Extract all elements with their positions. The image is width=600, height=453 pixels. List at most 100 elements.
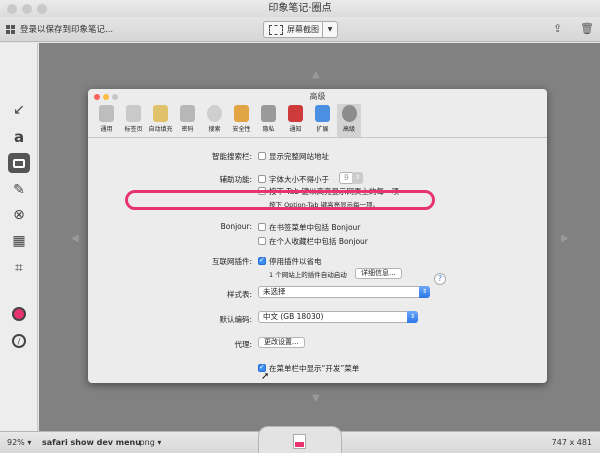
min-font-option: 字体大小不得小于 (269, 175, 329, 184)
stylesheet-label: 样式表: (226, 290, 252, 299)
image-dimensions: 747 x 481 (551, 438, 592, 447)
trash-icon[interactable]: 🗑 (580, 22, 594, 35)
bonjour-label: Bonjour: (220, 222, 252, 231)
min-font-checkbox (258, 175, 266, 183)
tab-passwords: 密码 (175, 104, 200, 137)
pixelate-tool-icon[interactable]: ▦ (8, 231, 30, 251)
gear-icon (341, 105, 357, 122)
bonjour-bookmarks-checkbox (258, 223, 266, 231)
hand-icon (261, 105, 276, 122)
tab-extensions: 扩展 (310, 104, 335, 137)
tab-search: 搜索 (202, 104, 227, 137)
help-button: ? (434, 273, 446, 285)
minimize-window-button[interactable] (22, 4, 32, 14)
plugins-label: 互联网插件: (211, 257, 252, 266)
toolbar: 登录以保存到印象笔记... 屏幕截图 ▼ ⇪ 🗑 (0, 17, 600, 42)
screen-capture-icon (269, 24, 283, 35)
capture-label: 屏幕截图 (287, 25, 319, 34)
pen-tool-icon[interactable]: ✎ (8, 180, 30, 200)
encoding-select: 中文 (GB 18030) ⇕ (258, 311, 418, 323)
tab-label: 安全性 (232, 126, 251, 133)
tab-security: 安全性 (229, 104, 254, 137)
tab-autofill: 自动填充 (148, 104, 173, 137)
tab-general: 通用 (94, 104, 119, 137)
accessibility-label: 辅助功能: (219, 175, 252, 184)
search-icon (207, 105, 222, 122)
stylesheet-value: 未选择 (263, 287, 286, 296)
stylesheet-highlight-annotation[interactable] (125, 190, 435, 210)
encoding-label: 默认编码: (219, 315, 252, 324)
tab-label: 自动填充 (148, 126, 173, 133)
tab-label: 隐私 (262, 126, 275, 133)
chevron-down-icon[interactable]: ▼ (312, 393, 320, 404)
tab-advanced: 高级 (337, 104, 361, 137)
extension-value: .png (137, 438, 155, 447)
arrow-tool-icon[interactable]: ↙ (8, 100, 30, 120)
prefs-zoom-icon (112, 94, 118, 100)
bonjour-bookmarks-option: 在书签菜单中包括 Bonjour (269, 223, 361, 232)
bonjour-favorites-checkbox (258, 237, 266, 245)
tab-label: 扩展 (316, 126, 329, 133)
chevron-down-icon[interactable]: ▼ (323, 26, 337, 33)
zoom-value: 92% (7, 438, 25, 447)
autofill-icon (153, 105, 168, 122)
prefs-title: 高级 (309, 92, 326, 101)
mouse-cursor-icon: ➚ (261, 371, 270, 382)
bonjour-favorites-option: 在个人收藏栏中包括 Bonjour (269, 237, 368, 246)
chevron-right-icon[interactable]: ▶ (561, 233, 569, 244)
tab-label: 搜索 (208, 126, 221, 133)
chevron-up-icon[interactable]: ▲ (312, 69, 320, 80)
plugins-note: 1 个网站上的插件自动启动 (269, 271, 347, 279)
dev-menu-option: 在菜单栏中显示“开发”菜单 (269, 364, 360, 373)
share-icon[interactable]: ⇪ (553, 22, 562, 35)
plugins-power-option: 停用插件以省电 (269, 257, 322, 266)
lock-icon (234, 105, 249, 122)
crop-tool-icon[interactable]: ⌗ (8, 258, 30, 278)
stylesheet-select: 未选择 ⇕ (258, 286, 430, 298)
puzzle-icon (315, 105, 330, 122)
prefs-title-bar: 高级 (88, 89, 547, 104)
close-window-button[interactable] (7, 4, 17, 14)
proxy-label: 代理: (234, 340, 252, 349)
file-extension[interactable]: .png ▾ (137, 438, 161, 447)
prefs-body: 智能搜索栏: 显示完整网站地址 辅助功能: 字体大小不得小于 9 ⇕ 按下 Tab… (88, 138, 547, 383)
smart-search-option: 显示完整网站地址 (269, 152, 329, 161)
color-picker-icon[interactable] (8, 304, 30, 324)
zoom-window-button[interactable] (37, 4, 47, 14)
tabs-icon (126, 105, 141, 122)
proxy-settings-button: 更改设置... (258, 337, 305, 348)
plugins-details-button: 详细信息... (355, 268, 402, 279)
stamp-tool-icon[interactable]: ⊗ (8, 205, 30, 225)
shape-tool-icon[interactable] (8, 153, 30, 173)
tab-label: 标签页 (124, 126, 143, 133)
key-icon (180, 105, 195, 122)
text-tool-icon[interactable]: a (8, 127, 30, 147)
tab-privacy: 隐私 (256, 104, 281, 137)
window-title: 印象笔记·圈点 (268, 3, 332, 14)
smart-search-label: 智能搜索栏: (211, 152, 252, 161)
title-bar: 印象笔记·圈点 (0, 0, 600, 17)
min-font-value: 9 (344, 173, 349, 182)
file-tab[interactable] (258, 426, 342, 453)
grid-icon (6, 24, 15, 34)
screen-capture-button[interactable]: 屏幕截图 ▼ (263, 21, 338, 38)
encoding-value: 中文 (GB 18030) (263, 312, 324, 321)
zoom-level[interactable]: 92% ▾ (7, 438, 31, 447)
chevron-down-icon: ⇕ (419, 286, 430, 298)
file-name[interactable]: safari show dev menu (42, 438, 141, 447)
status-bar: 92% ▾ safari show dev menu .png ▾ 747 x … (0, 426, 600, 453)
tab-label: 高级 (342, 126, 355, 133)
chevron-down-icon: ⇕ (407, 311, 418, 323)
marker-size-icon[interactable]: / (8, 331, 30, 351)
tab-label: 通用 (100, 126, 113, 133)
document-icon (293, 434, 306, 449)
save-to-evernote-button[interactable]: 登录以保存到印象笔记... (6, 23, 113, 35)
prefs-close-icon (94, 94, 100, 100)
notification-icon (288, 105, 303, 122)
tab-notifications: 通知 (283, 104, 308, 137)
tab-label: 通知 (289, 126, 302, 133)
save-label: 登录以保存到印象笔记... (20, 25, 114, 35)
chevron-left-icon[interactable]: ◀ (71, 233, 79, 244)
prefs-tabs: 通用 标签页 自动填充 密码 搜索 安全性 隐私 通知 扩展 高级 (88, 104, 547, 138)
plugins-power-checkbox (258, 256, 266, 265)
